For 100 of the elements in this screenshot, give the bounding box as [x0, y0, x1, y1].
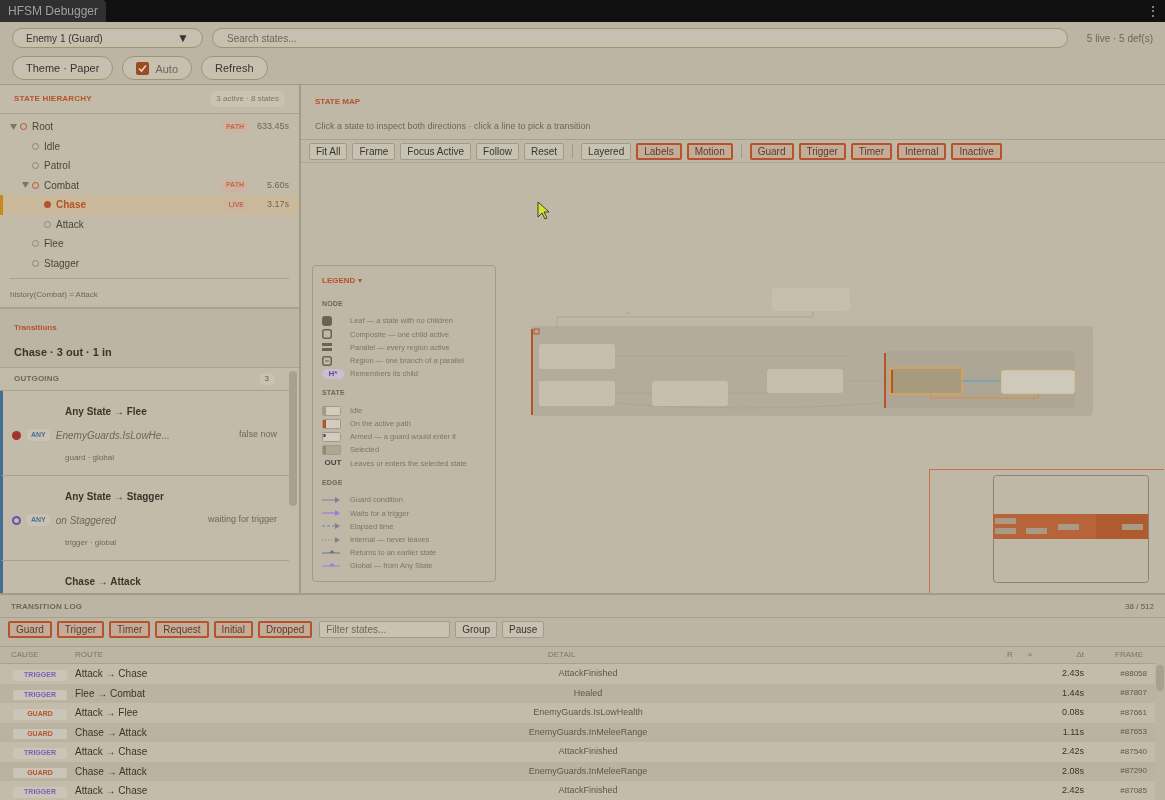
- toggle-button[interactable]: Trigger: [798, 142, 846, 160]
- frame-cell-text: #88058: [1119, 667, 1148, 680]
- filter-button[interactable]: Initial: [213, 621, 253, 638]
- log-button[interactable]: Pause: [502, 621, 545, 638]
- tree-row[interactable]: Stagger: [0, 253, 299, 273]
- log-button[interactable]: Group: [455, 621, 498, 638]
- route-cell-text: Flee → Combat: [74, 686, 147, 701]
- caret-icon: ▼: [177, 29, 189, 47]
- history-tag: H*: [322, 368, 344, 379]
- transition-meta: guard · global: [64, 451, 115, 464]
- section-title: Transitions: [14, 322, 58, 334]
- delta-cell-text: 1.11s: [1061, 725, 1085, 739]
- state-time: 3.17s: [265, 198, 289, 211]
- cursor-icon: [537, 201, 550, 220]
- history-note: history(Combat) = Attack: [10, 289, 99, 301]
- detail-cell-text: AttackFinished: [557, 784, 619, 797]
- toggle-button[interactable]: Layered: [581, 142, 632, 160]
- transition-route: Chase → Attack: [64, 574, 142, 589]
- tree-row[interactable]: Patrol: [0, 156, 299, 176]
- section-title: TRANSITION LOG: [11, 601, 83, 613]
- detail-cell-text: EnemyGuards.InMeleeRange: [527, 764, 649, 778]
- state-label: Patrol: [44, 159, 71, 174]
- delta-cell-text: 2.42s: [1060, 745, 1085, 758]
- expand-icon[interactable]: [10, 123, 17, 130]
- state-label: Stagger: [44, 256, 80, 271]
- route-cell-text: Chase → Attack: [74, 725, 148, 740]
- state-label: Flee: [44, 237, 64, 252]
- filter-button[interactable]: Timer: [109, 621, 151, 638]
- log-count: 38 / 512: [1125, 601, 1154, 613]
- delta-cell-text: 1.44s: [1060, 686, 1085, 700]
- route-cell-text: Attack → Chase: [74, 784, 149, 799]
- condition-status: waiting for trigger: [207, 513, 277, 527]
- refresh-button[interactable]: Refresh: [201, 56, 268, 80]
- transition-route: Any State → Flee: [64, 404, 148, 419]
- expand-icon[interactable]: [22, 182, 29, 189]
- detail-cell-text: EnemyGuards.IsLowHealth: [532, 706, 644, 719]
- count-badge: 3 active · 8 states: [210, 91, 285, 107]
- toggle-button[interactable]: Labels: [636, 142, 682, 160]
- check-icon: [137, 62, 149, 74]
- route-cell-text: Attack → Chase: [74, 745, 149, 760]
- auto-checkbox[interactable]: Auto: [122, 56, 192, 80]
- state-time: 5.60s: [265, 178, 289, 192]
- delta-cell-text: 2.43s: [1060, 667, 1085, 680]
- toggle-button[interactable]: Focus Active: [400, 142, 472, 160]
- state-label: Chase: [56, 198, 86, 213]
- legend-title[interactable]: LEGEND: [322, 275, 356, 287]
- entity-dropdown[interactable]: Enemy 1 (Guard) ▼: [12, 28, 203, 48]
- toggle-button[interactable]: Internal: [897, 142, 947, 160]
- tree-row[interactable]: Attack: [0, 214, 299, 234]
- toggle-button[interactable]: Motion: [686, 142, 733, 160]
- state-label: Combat: [44, 178, 79, 193]
- route-cell-text: Attack → Chase: [74, 667, 149, 682]
- filter-field[interactable]: Filter states...: [319, 621, 451, 638]
- condition-text: on Staggered: [55, 513, 116, 528]
- toggle-button[interactable]: Follow: [476, 142, 519, 160]
- delta-cell-text: 2.08s: [1060, 764, 1085, 778]
- delta-cell-text: 2.42s: [1060, 784, 1085, 797]
- caret-icon[interactable]: ▾: [358, 275, 363, 287]
- detail-cell-text: Healed: [572, 686, 604, 700]
- tree-row[interactable]: Flee: [0, 234, 299, 254]
- detail-cell-text: EnemyGuards.InMeleeRange: [527, 725, 649, 739]
- toggle-button[interactable]: Inactive: [951, 142, 1002, 160]
- frame-cell-text: #87290: [1119, 765, 1148, 778]
- scrollbar-thumb[interactable]: [1156, 665, 1164, 691]
- condition-text: EnemyGuards.IsLowHe...: [55, 428, 170, 443]
- selection-summary: Chase · 3 out · 1 in: [14, 345, 113, 360]
- scrollbar-thumb[interactable]: [289, 370, 297, 506]
- condition-status: false now: [238, 428, 277, 442]
- search-field[interactable]: Search states...: [212, 28, 1068, 48]
- state-label: Attack: [56, 217, 84, 232]
- transition-meta: trigger · global: [64, 536, 118, 549]
- filter-button[interactable]: Request: [155, 621, 209, 638]
- frame-cell-text: #87653: [1119, 726, 1148, 739]
- toggle-button[interactable]: Timer: [850, 142, 892, 160]
- toggle-button[interactable]: Fit All: [309, 142, 348, 160]
- filter-button[interactable]: Guard: [8, 621, 52, 638]
- filter-button[interactable]: Dropped: [257, 621, 313, 638]
- state-label: Idle: [44, 139, 61, 154]
- menu-button[interactable]: ⋮: [1147, 0, 1165, 22]
- section-title: OUTGOING: [14, 372, 60, 385]
- frame-cell-text: #87661: [1119, 706, 1148, 719]
- toggle-button[interactable]: Reset: [523, 142, 565, 160]
- detail-cell-text: AttackFinished: [557, 745, 619, 758]
- legend-symbol: OUT: [323, 458, 343, 469]
- tree-row[interactable]: Idle: [0, 136, 299, 156]
- state-time: 633.45s: [255, 120, 289, 133]
- section-title: STATE MAP: [315, 96, 362, 108]
- frame-cell-text: #87807: [1119, 687, 1148, 700]
- detail-cell-text: AttackFinished: [557, 667, 619, 680]
- frame-cell-text: #87085: [1119, 784, 1148, 797]
- route-cell-text: Chase → Attack: [74, 764, 148, 779]
- count-badge: 3: [258, 372, 275, 385]
- filter-button[interactable]: Trigger: [56, 621, 105, 638]
- route-cell-text: Attack → Flee: [74, 706, 139, 721]
- theme-button[interactable]: Theme · Paper: [12, 56, 114, 80]
- window-tab[interactable]: HFSM Debugger: [0, 0, 107, 22]
- toggle-button[interactable]: Frame: [352, 142, 396, 160]
- toggle-button[interactable]: Guard: [749, 142, 794, 160]
- state-label: Root: [32, 120, 54, 135]
- transition-route: Any State → Stagger: [64, 489, 165, 504]
